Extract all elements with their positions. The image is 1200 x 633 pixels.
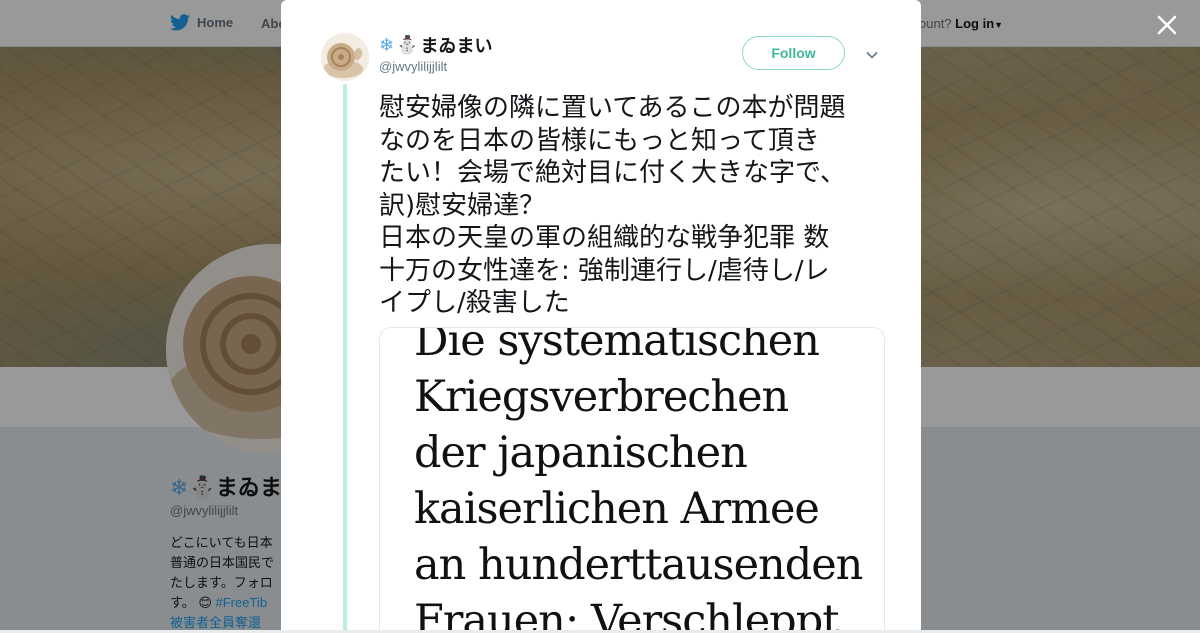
- media-text-line: der japanischen: [414, 428, 748, 478]
- snail-avatar-image: [321, 33, 369, 81]
- tweet-author-name-text: まゐまい: [420, 36, 493, 56]
- tweet-text: 慰安婦像の隣に置いてあるこの本が問題 なのを日本の皆様にもっと知って頂き たい！…: [379, 93, 846, 318]
- media-text-line: kaiserlichen Armee: [414, 484, 820, 534]
- tweet-media-image[interactable]: Die systematischen Kriegsverbrechen der …: [379, 327, 885, 630]
- media-text-line: an hunderttausenden: [414, 540, 863, 590]
- snowman-icon: ⛄: [396, 34, 419, 55]
- tweet-modal: ❄ ⛄ まゐまい @jwvylilijjlilt Follow 慰安婦像の隣に置いて…: [281, 0, 921, 630]
- media-text-line: Die systematischen: [414, 327, 820, 366]
- media-text-line: Kriegsverbrechen: [414, 372, 789, 422]
- tweet-author-avatar[interactable]: [321, 33, 369, 81]
- follow-button[interactable]: Follow: [742, 36, 845, 70]
- tweet-author-name[interactable]: ❄ ⛄ まゐまい: [379, 32, 493, 58]
- tweet-author-handle[interactable]: @jwvylilijjlilt: [379, 59, 447, 74]
- media-text-line: Frauen: Verschleppt: [414, 596, 840, 630]
- thread-line: [343, 84, 347, 630]
- chevron-down-icon[interactable]: [864, 47, 880, 63]
- close-icon[interactable]: [1155, 13, 1179, 37]
- snowflake-icon: ❄: [379, 34, 395, 55]
